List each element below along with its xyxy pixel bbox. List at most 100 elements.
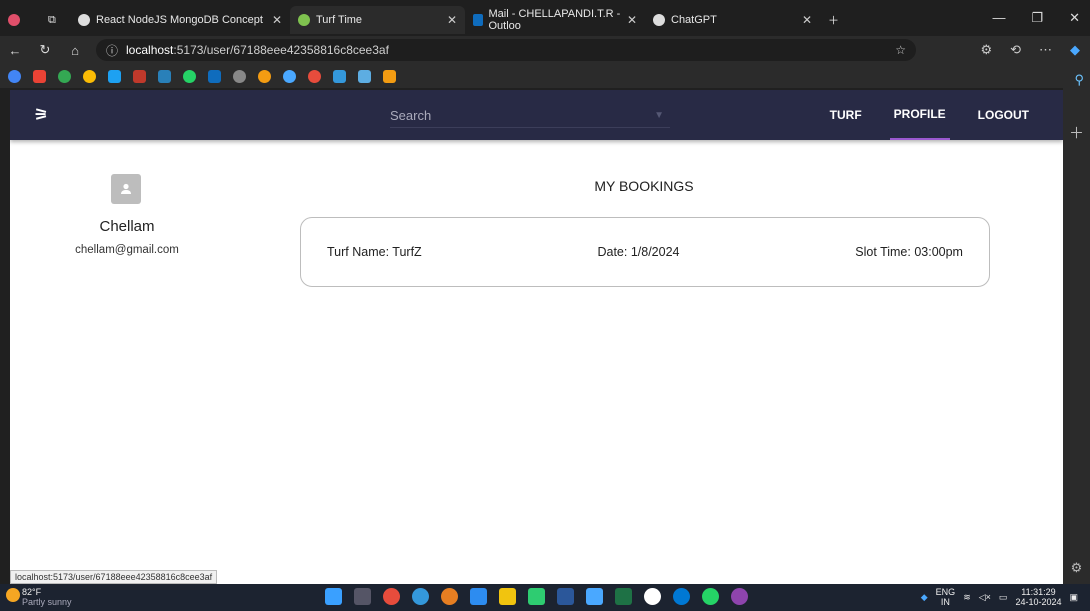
home-icon[interactable]: ⌂ [60, 43, 90, 58]
back-icon[interactable]: ← [0, 43, 30, 58]
tab-chatgpt[interactable]: ChatGPT ✕ [645, 6, 820, 34]
close-icon[interactable]: ✕ [627, 13, 637, 27]
close-icon[interactable]: ✕ [802, 13, 812, 27]
browser-side-rail: ＋ ⚙ [1063, 88, 1090, 584]
file-explorer-icon[interactable] [499, 588, 516, 605]
minimize-icon[interactable]: — [992, 10, 1005, 26]
favorite-star-icon[interactable]: ☆ [895, 43, 906, 57]
avatar-icon [8, 14, 20, 26]
address-bar-row: ← ↻ ⌂ ⓘ localhost:5173/user/67188eee4235… [0, 36, 1090, 64]
close-icon[interactable]: ✕ [447, 13, 457, 27]
notification-icon[interactable]: ▣ [1069, 592, 1078, 603]
bookmark-icon[interactable] [108, 69, 121, 83]
bookmarks-bar [0, 64, 1090, 88]
app-icon[interactable] [644, 588, 661, 605]
heart-bookmark-icon[interactable] [308, 69, 321, 83]
tray-app-icon[interactable]: ◆ [921, 592, 928, 603]
new-tab-button[interactable]: ＋ [820, 6, 846, 34]
booking-turf-name: Turf Name: TurfZ [327, 245, 422, 259]
add-sidebar-icon[interactable]: ＋ [1063, 122, 1090, 143]
bookmark-icon[interactable] [258, 69, 271, 83]
store-icon[interactable] [528, 588, 545, 605]
url-host: localhost [126, 43, 174, 57]
settings-app-icon[interactable] [731, 588, 748, 605]
chatgpt-icon [78, 14, 90, 26]
clock-time: 11:31:29 [1021, 587, 1056, 597]
gemini-bookmark-icon[interactable] [283, 69, 296, 83]
gmail-bookmark-icon[interactable] [33, 69, 46, 83]
outlook-bookmark-icon[interactable] [208, 69, 221, 83]
booking-card: Turf Name: TurfZ Date: 1/8/2024 Slot Tim… [300, 217, 990, 287]
chat-bookmark-icon[interactable] [358, 69, 371, 83]
whatsapp-icon[interactable] [702, 588, 719, 605]
bookmark-icon[interactable] [58, 69, 71, 83]
nav-logout[interactable]: LOGOUT [974, 90, 1033, 140]
sidebar-search-icon[interactable]: ⚲ [1074, 72, 1084, 88]
user-icon [121, 183, 131, 194]
plus-icon: ＋ [828, 15, 839, 27]
workspaces-icon: ⧉ [48, 13, 56, 26]
windows-taskbar: 82°F Partly sunny ◆ ENG IN ≋ ◁× ▭ 11:31:… [0, 584, 1090, 611]
weather-widget[interactable]: 82°F Partly sunny [22, 587, 72, 607]
status-bar-url: localhost:5173/user/67188eee42358816c8ce… [10, 570, 218, 584]
refresh-icon[interactable]: ↻ [30, 42, 60, 58]
toi-bookmark-icon[interactable] [133, 69, 146, 83]
chevron-down-icon[interactable]: ▼ [654, 110, 664, 121]
logo[interactable]: ⚞ [34, 105, 48, 125]
tab-react-nodejs[interactable]: React NodeJS MongoDB Concept ✕ [70, 6, 290, 34]
extensions-icon[interactable]: ⚙ [980, 42, 992, 58]
history-icon[interactable]: ⟲ [1010, 42, 1021, 58]
nav-profile[interactable]: PROFILE [889, 90, 950, 140]
whatsapp-bookmark-icon[interactable] [183, 69, 196, 83]
lang-code: ENG [935, 587, 956, 597]
profile-avatar-button[interactable] [0, 6, 40, 34]
window-controls: — ❐ ✕ [992, 10, 1080, 26]
browser-tab-strip: ⧉ React NodeJS MongoDB Concept ✕ Turf Ti… [0, 0, 1090, 36]
user-name: Chellam [99, 218, 155, 235]
battery-icon[interactable]: ▭ [999, 592, 1008, 603]
restore-icon[interactable]: ❐ [1031, 10, 1043, 26]
region-code: IN [940, 597, 950, 607]
firefox-icon[interactable] [441, 588, 458, 605]
weather-icon[interactable] [6, 588, 20, 602]
workspaces-button[interactable]: ⧉ [40, 6, 70, 34]
browser-toolbar: ⚙ ⟲ ⋯ ◆ [980, 42, 1080, 58]
copilot-icon[interactable]: ◆ [1070, 42, 1080, 58]
settings-icon[interactable]: ⚙ [1063, 560, 1090, 576]
weather-desc: Partly sunny [22, 597, 72, 607]
word-icon[interactable] [557, 588, 574, 605]
edge-browser-icon[interactable] [673, 588, 690, 605]
close-icon[interactable]: ✕ [272, 13, 282, 27]
vscode-icon[interactable] [470, 588, 487, 605]
volume-icon[interactable]: ◁× [979, 592, 991, 603]
more-icon[interactable]: ⋯ [1039, 42, 1052, 58]
wifi-icon[interactable]: ≋ [963, 592, 971, 603]
chatgpt-icon [653, 14, 665, 26]
dreamweaver-icon[interactable] [615, 588, 632, 605]
cloud-bookmark-icon[interactable] [158, 69, 171, 83]
search-input[interactable]: Search ▼ [390, 108, 670, 128]
google-bookmark-icon[interactable] [8, 69, 21, 83]
chatgpt-bookmark-icon[interactable] [233, 69, 246, 83]
language-indicator[interactable]: ENG IN [936, 587, 956, 607]
tab-label: React NodeJS MongoDB Concept [96, 14, 263, 26]
edge-icon[interactable] [412, 588, 429, 605]
taskbar-apps [325, 588, 748, 605]
tab-turf-time[interactable]: Turf Time ✕ [290, 6, 465, 34]
info-icon: ⓘ [106, 43, 119, 58]
chrome-icon[interactable] [383, 588, 400, 605]
page-viewport: ⚞ Search ▼ TURF PROFILE LOGOUT Chellam c… [10, 90, 1063, 584]
app-icon[interactable] [586, 588, 603, 605]
close-window-icon[interactable]: ✕ [1069, 10, 1080, 26]
bookmark-icon[interactable] [83, 69, 96, 83]
clock[interactable]: 11:31:29 24-10-2024 [1015, 587, 1061, 607]
windows-start-icon[interactable] [325, 588, 342, 605]
weather-temp: 82°F [22, 587, 42, 597]
url-input[interactable]: ⓘ localhost:5173/user/67188eee42358816c8… [96, 39, 916, 61]
infinity-bookmark-icon[interactable] [383, 69, 396, 83]
bookings-title: MY BOOKINGS [594, 178, 694, 194]
task-view-icon[interactable] [354, 588, 371, 605]
bookmark-icon[interactable] [333, 69, 346, 83]
tab-outlook-mail[interactable]: Mail - CHELLAPANDI.T.R - Outloo ✕ [465, 6, 645, 34]
nav-turf[interactable]: TURF [826, 90, 866, 140]
